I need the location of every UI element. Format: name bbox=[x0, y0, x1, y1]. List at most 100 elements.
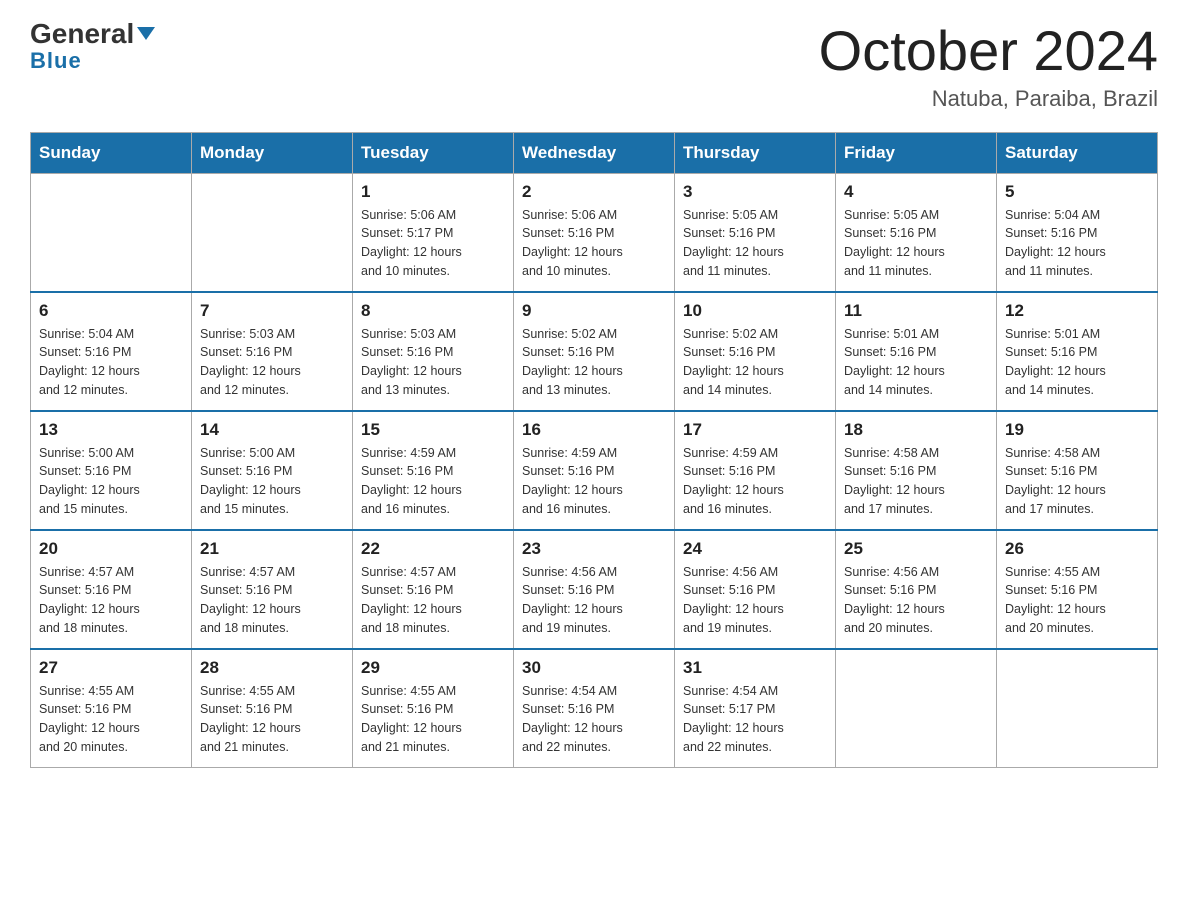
calendar-cell: 24Sunrise: 4:56 AM Sunset: 5:16 PM Dayli… bbox=[675, 530, 836, 649]
day-info: Sunrise: 4:59 AM Sunset: 5:16 PM Dayligh… bbox=[361, 444, 505, 519]
day-number: 6 bbox=[39, 301, 183, 321]
calendar-cell: 12 Sunrise: 5:01 AM Sunset: 5:16 PM Dayli… bbox=[997, 292, 1158, 411]
calendar-cell: 30Sunrise: 4:54 AM Sunset: 5:16 PM Dayli… bbox=[514, 649, 675, 768]
logo: General Blue bbox=[30, 20, 155, 74]
calendar-cell: 18 Sunrise: 4:58 AM Sunset: 5:16 PM Dayli… bbox=[836, 411, 997, 530]
day-number: 10 bbox=[683, 301, 827, 321]
calendar-cell: 1 Sunrise: 5:06 AM Sunset: 5:17 PM Daylig… bbox=[353, 173, 514, 292]
day-info: Sunrise: 4:55 AM Sunset: 5:16 PM Dayligh… bbox=[200, 682, 344, 757]
weekday-header: Sunday bbox=[31, 132, 192, 173]
day-info: Sunrise: 5:03 AM Sunset: 5:16 PM Dayligh… bbox=[200, 325, 344, 400]
day-number: 8 bbox=[361, 301, 505, 321]
logo-text: General bbox=[30, 20, 155, 48]
calendar-cell: 2 Sunrise: 5:06 AM Sunset: 5:16 PM Daylig… bbox=[514, 173, 675, 292]
logo-blue: Blue bbox=[30, 48, 82, 74]
calendar-cell: 29Sunrise: 4:55 AM Sunset: 5:16 PM Dayli… bbox=[353, 649, 514, 768]
day-info: Sunrise: 4:57 AM Sunset: 5:16 PM Dayligh… bbox=[39, 563, 183, 638]
day-info: Sunrise: 5:05 AM Sunset: 5:16 PM Dayligh… bbox=[683, 206, 827, 281]
day-number: 7 bbox=[200, 301, 344, 321]
day-info: Sunrise: 5:01 AM Sunset: 5:16 PM Dayligh… bbox=[1005, 325, 1149, 400]
weekday-header: Friday bbox=[836, 132, 997, 173]
day-number: 25 bbox=[844, 539, 988, 559]
calendar-cell: 14 Sunrise: 5:00 AM Sunset: 5:16 PM Dayli… bbox=[192, 411, 353, 530]
day-number: 20 bbox=[39, 539, 183, 559]
day-info: Sunrise: 4:57 AM Sunset: 5:16 PM Dayligh… bbox=[200, 563, 344, 638]
day-info: Sunrise: 4:54 AM Sunset: 5:16 PM Dayligh… bbox=[522, 682, 666, 757]
calendar-cell bbox=[31, 173, 192, 292]
calendar-body: 1 Sunrise: 5:06 AM Sunset: 5:17 PM Daylig… bbox=[31, 173, 1158, 767]
day-info: Sunrise: 5:06 AM Sunset: 5:17 PM Dayligh… bbox=[361, 206, 505, 281]
day-number: 19 bbox=[1005, 420, 1149, 440]
day-info: Sunrise: 5:04 AM Sunset: 5:16 PM Dayligh… bbox=[1005, 206, 1149, 281]
calendar-cell: 25 Sunrise: 4:56 AM Sunset: 5:16 PM Dayli… bbox=[836, 530, 997, 649]
day-info: Sunrise: 5:05 AM Sunset: 5:16 PM Dayligh… bbox=[844, 206, 988, 281]
day-info: Sunrise: 4:55 AM Sunset: 5:16 PM Dayligh… bbox=[361, 682, 505, 757]
day-number: 2 bbox=[522, 182, 666, 202]
day-info: Sunrise: 4:58 AM Sunset: 5:16 PM Dayligh… bbox=[844, 444, 988, 519]
day-number: 27 bbox=[39, 658, 183, 678]
location-title: Natuba, Paraiba, Brazil bbox=[819, 86, 1158, 112]
day-number: 17 bbox=[683, 420, 827, 440]
day-info: Sunrise: 4:59 AM Sunset: 5:16 PM Dayligh… bbox=[683, 444, 827, 519]
calendar-cell: 21 Sunrise: 4:57 AM Sunset: 5:16 PM Dayli… bbox=[192, 530, 353, 649]
day-number: 26 bbox=[1005, 539, 1149, 559]
calendar-cell: 15 Sunrise: 4:59 AM Sunset: 5:16 PM Dayli… bbox=[353, 411, 514, 530]
calendar-table: SundayMondayTuesdayWednesdayThursdayFrid… bbox=[30, 132, 1158, 768]
calendar-cell: 26Sunrise: 4:55 AM Sunset: 5:16 PM Dayli… bbox=[997, 530, 1158, 649]
calendar-cell: 20 Sunrise: 4:57 AM Sunset: 5:16 PM Dayli… bbox=[31, 530, 192, 649]
calendar-week: 1 Sunrise: 5:06 AM Sunset: 5:17 PM Daylig… bbox=[31, 173, 1158, 292]
calendar-cell: 5 Sunrise: 5:04 AM Sunset: 5:16 PM Daylig… bbox=[997, 173, 1158, 292]
month-title: October 2024 bbox=[819, 20, 1158, 82]
day-info: Sunrise: 5:02 AM Sunset: 5:16 PM Dayligh… bbox=[522, 325, 666, 400]
day-number: 15 bbox=[361, 420, 505, 440]
calendar-cell: 4Sunrise: 5:05 AM Sunset: 5:16 PM Daylig… bbox=[836, 173, 997, 292]
calendar-cell: 22Sunrise: 4:57 AM Sunset: 5:16 PM Dayli… bbox=[353, 530, 514, 649]
day-number: 28 bbox=[200, 658, 344, 678]
weekday-header: Tuesday bbox=[353, 132, 514, 173]
calendar-cell: 19 Sunrise: 4:58 AM Sunset: 5:16 PM Dayli… bbox=[997, 411, 1158, 530]
calendar-cell: 16Sunrise: 4:59 AM Sunset: 5:16 PM Dayli… bbox=[514, 411, 675, 530]
day-number: 21 bbox=[200, 539, 344, 559]
calendar-cell: 7 Sunrise: 5:03 AM Sunset: 5:16 PM Daylig… bbox=[192, 292, 353, 411]
calendar-cell: 23Sunrise: 4:56 AM Sunset: 5:16 PM Dayli… bbox=[514, 530, 675, 649]
day-number: 31 bbox=[683, 658, 827, 678]
calendar-header: SundayMondayTuesdayWednesdayThursdayFrid… bbox=[31, 132, 1158, 173]
calendar-cell: 13Sunrise: 5:00 AM Sunset: 5:16 PM Dayli… bbox=[31, 411, 192, 530]
day-number: 11 bbox=[844, 301, 988, 321]
calendar-cell: 10 Sunrise: 5:02 AM Sunset: 5:16 PM Dayli… bbox=[675, 292, 836, 411]
day-info: Sunrise: 5:04 AM Sunset: 5:16 PM Dayligh… bbox=[39, 325, 183, 400]
day-info: Sunrise: 5:00 AM Sunset: 5:16 PM Dayligh… bbox=[39, 444, 183, 519]
calendar-cell: 3Sunrise: 5:05 AM Sunset: 5:16 PM Daylig… bbox=[675, 173, 836, 292]
weekday-header: Wednesday bbox=[514, 132, 675, 173]
calendar-cell: 11 Sunrise: 5:01 AM Sunset: 5:16 PM Dayli… bbox=[836, 292, 997, 411]
calendar-cell: 27 Sunrise: 4:55 AM Sunset: 5:16 PM Dayli… bbox=[31, 649, 192, 768]
calendar-week: 20 Sunrise: 4:57 AM Sunset: 5:16 PM Dayli… bbox=[31, 530, 1158, 649]
day-number: 9 bbox=[522, 301, 666, 321]
day-number: 14 bbox=[200, 420, 344, 440]
calendar-cell bbox=[997, 649, 1158, 768]
title-block: October 2024 Natuba, Paraiba, Brazil bbox=[819, 20, 1158, 112]
calendar-cell: 31Sunrise: 4:54 AM Sunset: 5:17 PM Dayli… bbox=[675, 649, 836, 768]
calendar-cell: 9 Sunrise: 5:02 AM Sunset: 5:16 PM Daylig… bbox=[514, 292, 675, 411]
weekday-header: Saturday bbox=[997, 132, 1158, 173]
day-info: Sunrise: 5:00 AM Sunset: 5:16 PM Dayligh… bbox=[200, 444, 344, 519]
day-info: Sunrise: 5:02 AM Sunset: 5:16 PM Dayligh… bbox=[683, 325, 827, 400]
day-number: 18 bbox=[844, 420, 988, 440]
day-info: Sunrise: 5:01 AM Sunset: 5:16 PM Dayligh… bbox=[844, 325, 988, 400]
day-info: Sunrise: 4:56 AM Sunset: 5:16 PM Dayligh… bbox=[844, 563, 988, 638]
calendar-cell bbox=[836, 649, 997, 768]
day-number: 12 bbox=[1005, 301, 1149, 321]
day-info: Sunrise: 5:06 AM Sunset: 5:16 PM Dayligh… bbox=[522, 206, 666, 281]
calendar-week: 6 Sunrise: 5:04 AM Sunset: 5:16 PM Daylig… bbox=[31, 292, 1158, 411]
day-number: 24 bbox=[683, 539, 827, 559]
day-number: 5 bbox=[1005, 182, 1149, 202]
day-number: 23 bbox=[522, 539, 666, 559]
weekday-header: Monday bbox=[192, 132, 353, 173]
day-number: 22 bbox=[361, 539, 505, 559]
day-info: Sunrise: 4:55 AM Sunset: 5:16 PM Dayligh… bbox=[39, 682, 183, 757]
day-number: 16 bbox=[522, 420, 666, 440]
day-info: Sunrise: 5:03 AM Sunset: 5:16 PM Dayligh… bbox=[361, 325, 505, 400]
weekday-header: Thursday bbox=[675, 132, 836, 173]
day-info: Sunrise: 4:58 AM Sunset: 5:16 PM Dayligh… bbox=[1005, 444, 1149, 519]
day-number: 1 bbox=[361, 182, 505, 202]
